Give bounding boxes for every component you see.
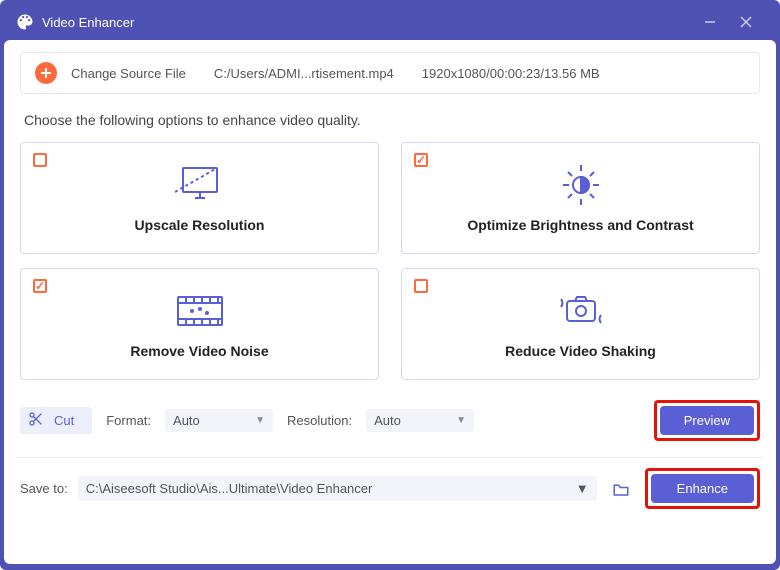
option-reduce-shaking[interactable]: Reduce Video Shaking <box>401 268 760 380</box>
instruction-text: Choose the following options to enhance … <box>24 112 756 128</box>
option-brightness-contrast[interactable]: Optimize Brightness and Contrast <box>401 142 760 254</box>
chevron-down-icon: ▼ <box>456 415 466 426</box>
highlight-box: Preview <box>654 400 760 441</box>
format-label: Format: <box>106 413 151 428</box>
format-select[interactable]: Auto ▼ <box>165 409 273 432</box>
option-label: Remove Video Noise <box>130 343 268 359</box>
divider <box>16 457 764 458</box>
window-title: Video Enhancer <box>42 15 692 30</box>
save-path: C:\Aiseesoft Studio\Ais...Ultimate\Video… <box>86 481 373 496</box>
scissors-icon <box>28 411 44 430</box>
monitor-icon <box>175 163 225 207</box>
brightness-icon <box>556 163 606 207</box>
option-label: Upscale Resolution <box>135 217 265 233</box>
option-label: Optimize Brightness and Contrast <box>467 217 693 233</box>
save-to-label: Save to: <box>20 481 68 496</box>
change-source-link[interactable]: Change Source File <box>71 66 186 81</box>
app-window: Video Enhancer Change Source File C:/Use… <box>0 0 780 570</box>
source-path: C:/Users/ADMI...rtisement.mp4 <box>214 66 394 81</box>
cut-button[interactable]: Cut <box>20 407 92 434</box>
open-folder-button[interactable] <box>607 476 635 502</box>
controls-row: Cut Format: Auto ▼ Resolution: Auto ▼ Pr… <box>20 400 760 441</box>
add-icon[interactable] <box>35 62 57 84</box>
close-button[interactable] <box>728 7 764 37</box>
checkbox-brightness[interactable] <box>414 153 428 167</box>
preview-button[interactable]: Preview <box>660 406 754 435</box>
save-path-select[interactable]: C:\Aiseesoft Studio\Ais...Ultimate\Video… <box>78 476 597 501</box>
chevron-down-icon: ▼ <box>255 415 265 426</box>
film-icon <box>174 289 226 333</box>
chevron-down-icon: ▼ <box>576 481 589 496</box>
option-upscale-resolution[interactable]: Upscale Resolution <box>20 142 379 254</box>
highlight-box: Enhance <box>645 468 760 509</box>
options-grid: Upscale Resolution Optimize Brightness a… <box>20 142 760 380</box>
content-panel: Change Source File C:/Users/ADMI...rtise… <box>4 40 776 564</box>
option-label: Reduce Video Shaking <box>505 343 656 359</box>
minimize-button[interactable] <box>692 7 728 37</box>
save-row: Save to: C:\Aiseesoft Studio\Ais...Ultim… <box>20 468 760 509</box>
option-remove-noise[interactable]: Remove Video Noise <box>20 268 379 380</box>
resolution-select[interactable]: Auto ▼ <box>366 409 474 432</box>
resolution-label: Resolution: <box>287 413 352 428</box>
cut-label: Cut <box>54 413 74 428</box>
palette-icon <box>16 13 34 31</box>
checkbox-noise[interactable] <box>33 279 47 293</box>
resolution-value: Auto <box>374 413 401 428</box>
checkbox-shaking[interactable] <box>414 279 428 293</box>
format-value: Auto <box>173 413 200 428</box>
source-info: 1920x1080/00:00:23/13.56 MB <box>422 66 600 81</box>
source-file-row: Change Source File C:/Users/ADMI...rtise… <box>20 52 760 94</box>
checkbox-upscale[interactable] <box>33 153 47 167</box>
camera-shake-icon <box>555 289 607 333</box>
enhance-button[interactable]: Enhance <box>651 474 754 503</box>
titlebar: Video Enhancer <box>4 4 776 40</box>
